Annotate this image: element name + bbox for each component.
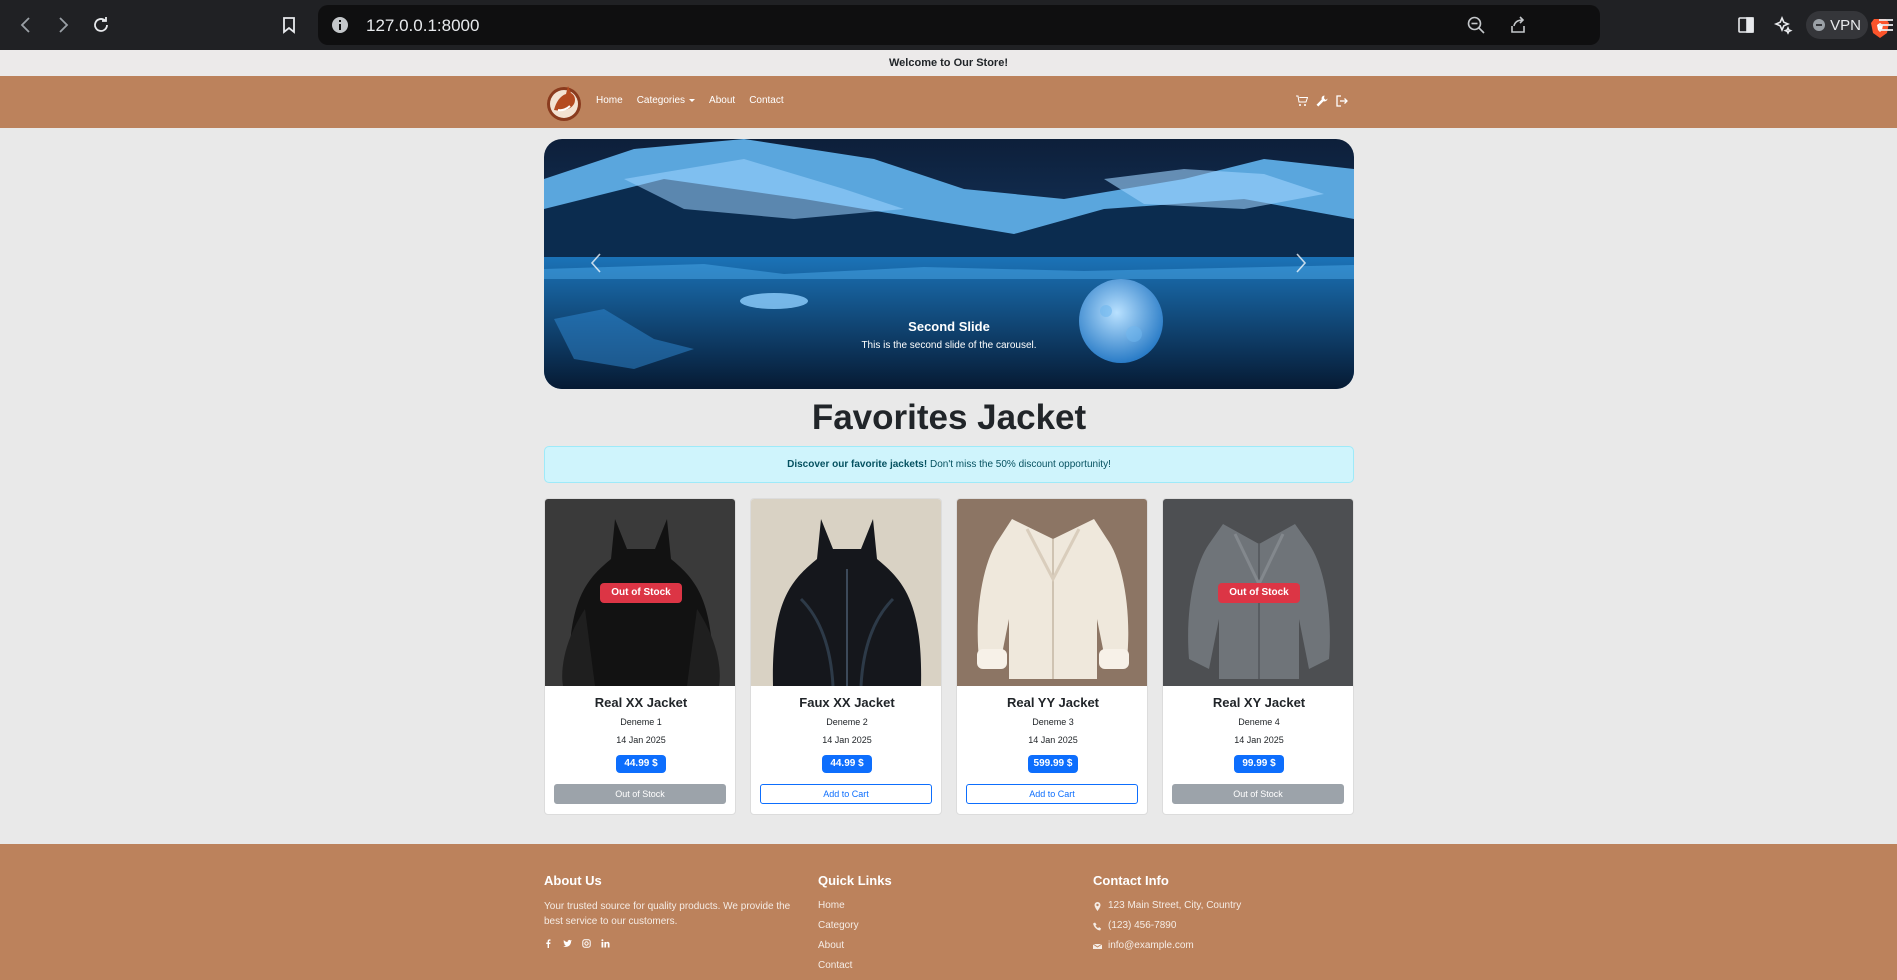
- welcome-banner: Welcome to Our Store!: [0, 50, 1897, 76]
- carousel-caption: Second Slide This is the second slide of…: [544, 319, 1354, 351]
- vpn-button[interactable]: VPN: [1806, 11, 1868, 39]
- product-name[interactable]: Real XX Jacket: [545, 695, 735, 710]
- forward-icon[interactable]: [49, 11, 77, 39]
- carousel-title: Second Slide: [908, 319, 990, 334]
- product-description: Deneme 1: [620, 717, 662, 727]
- contact-phone: (123) 456-7890: [1093, 919, 1353, 933]
- carousel-prev-icon[interactable]: [589, 251, 603, 275]
- carousel-slide-image: [544, 139, 1354, 389]
- hero-carousel[interactable]: Second Slide This is the second slide of…: [544, 139, 1354, 389]
- footer-about-text: Your trusted source for quality products…: [544, 901, 791, 927]
- linkedin-icon[interactable]: [601, 939, 610, 948]
- footer-links-list: Home Category About Contact: [818, 899, 1018, 973]
- price-badge: 599.99 $: [1028, 755, 1078, 773]
- address-bar[interactable]: 127.0.0.1:8000: [318, 5, 1889, 45]
- nav-icons: [1296, 95, 1348, 107]
- price-badge: 99.99 $: [1234, 755, 1284, 773]
- footer-contact-heading: Contact Info: [1093, 873, 1169, 888]
- product-description: Deneme 3: [1032, 717, 1074, 727]
- footer-link-about[interactable]: About: [818, 939, 1018, 953]
- add-to-cart-button[interactable]: Add to Cart: [966, 784, 1138, 804]
- product-image[interactable]: [751, 499, 941, 686]
- bookmark-icon[interactable]: [275, 11, 303, 39]
- zoom-icon[interactable]: [1466, 15, 1486, 35]
- footer-link-category[interactable]: Category: [818, 919, 1018, 933]
- social-links: [544, 939, 794, 948]
- reload-icon[interactable]: [87, 11, 115, 39]
- product-description: Deneme 2: [826, 717, 868, 727]
- back-icon[interactable]: [12, 11, 40, 39]
- nav-home[interactable]: Home: [596, 95, 623, 106]
- product-date: 14 Jan 2025: [616, 735, 666, 745]
- product-card[interactable]: Out of Stock Real XX Jacket Deneme 1 14 …: [544, 498, 736, 815]
- product-date: 14 Jan 2025: [822, 735, 872, 745]
- contact-phone-text: (123) 456-7890: [1108, 920, 1177, 931]
- out-of-stock-badge: Out of Stock: [600, 583, 682, 603]
- footer-link-home[interactable]: Home: [818, 899, 1018, 913]
- footer-about: About Us Your trusted source for quality…: [544, 873, 794, 948]
- logout-icon[interactable]: [1336, 95, 1348, 107]
- instagram-icon[interactable]: [582, 939, 591, 948]
- product-date: 14 Jan 2025: [1028, 735, 1078, 745]
- twitter-icon[interactable]: [563, 939, 572, 948]
- leo-ai-icon[interactable]: [1769, 11, 1797, 39]
- discount-alert: Discover our favorite jackets! Don't mis…: [544, 446, 1354, 483]
- cart-icon[interactable]: [1296, 95, 1308, 107]
- footer-contact-list: 123 Main Street, City, Country (123) 456…: [1093, 899, 1353, 953]
- phone-icon: [1093, 922, 1102, 930]
- facebook-icon[interactable]: [544, 939, 553, 948]
- carousel-text: This is the second slide of the carousel…: [861, 340, 1037, 351]
- product-card[interactable]: Real YY Jacket Deneme 3 14 Jan 2025 599.…: [956, 498, 1148, 815]
- product-card[interactable]: Out of Stock Real XY Jacket Deneme 4 14 …: [1162, 498, 1354, 815]
- fox-logo[interactable]: [546, 82, 582, 122]
- footer-contact: Contact Info 123 Main Street, City, Coun…: [1093, 873, 1353, 959]
- alert-bold-text: Discover our favorite jackets!: [787, 459, 928, 470]
- add-to-cart-button[interactable]: Add to Cart: [760, 784, 932, 804]
- footer-links-heading: Quick Links: [818, 873, 892, 888]
- footer-link-contact[interactable]: Contact: [818, 959, 1018, 973]
- share-icon[interactable]: [1508, 15, 1528, 35]
- nav-links: Home Categories About Contact: [596, 95, 784, 106]
- site-info-icon[interactable]: [330, 15, 350, 35]
- product-date: 14 Jan 2025: [1234, 735, 1284, 745]
- vpn-status-icon: [1813, 19, 1826, 31]
- alert-text: Don't miss the 50% discount opportunity!: [929, 459, 1111, 470]
- product-name[interactable]: Faux XX Jacket: [751, 695, 941, 710]
- out-of-stock-badge: Out of Stock: [1218, 583, 1300, 603]
- product-name[interactable]: Real YY Jacket: [957, 695, 1147, 710]
- contact-email: info@example.com: [1093, 939, 1353, 953]
- wrench-icon[interactable]: [1316, 95, 1328, 107]
- carousel-next-icon[interactable]: [1294, 251, 1308, 275]
- out-of-stock-button[interactable]: Out of Stock: [554, 784, 726, 804]
- site-footer: About Us Your trusted source for quality…: [0, 844, 1897, 980]
- price-badge: 44.99 $: [822, 755, 872, 773]
- sidebar-icon[interactable]: [1732, 11, 1760, 39]
- site-navbar: Home Categories About Contact: [0, 76, 1897, 128]
- menu-icon[interactable]: [1872, 11, 1897, 39]
- contact-email-text[interactable]: info@example.com: [1108, 939, 1194, 953]
- contact-address: 123 Main Street, City, Country: [1093, 899, 1353, 913]
- envelope-icon: [1093, 943, 1102, 949]
- browser-toolbar: 127.0.0.1:8000 VPN: [0, 0, 1897, 50]
- map-pin-icon: [1094, 901, 1101, 911]
- product-name[interactable]: Real XY Jacket: [1163, 695, 1353, 710]
- vpn-label: VPN: [1830, 16, 1861, 34]
- nav-contact[interactable]: Contact: [749, 95, 783, 106]
- caret-down-icon: [689, 99, 696, 102]
- nav-categories-label: Categories: [636, 95, 686, 106]
- page-title: Favorites Jacket: [811, 398, 1087, 437]
- product-image[interactable]: [957, 499, 1147, 686]
- price-badge: 44.99 $: [616, 755, 666, 773]
- product-card[interactable]: Faux XX Jacket Deneme 2 14 Jan 2025 44.9…: [750, 498, 942, 815]
- footer-about-heading: About Us: [544, 873, 602, 888]
- contact-address-text: 123 Main Street, City, Country: [1108, 900, 1242, 911]
- product-description: Deneme 4: [1238, 717, 1280, 727]
- nav-about[interactable]: About: [709, 95, 735, 106]
- footer-quick-links: Quick Links Home Category About Contact: [818, 873, 1018, 979]
- nav-categories-dropdown[interactable]: Categories: [636, 95, 696, 106]
- url-text[interactable]: 127.0.0.1:8000: [366, 16, 479, 36]
- out-of-stock-button[interactable]: Out of Stock: [1172, 784, 1344, 804]
